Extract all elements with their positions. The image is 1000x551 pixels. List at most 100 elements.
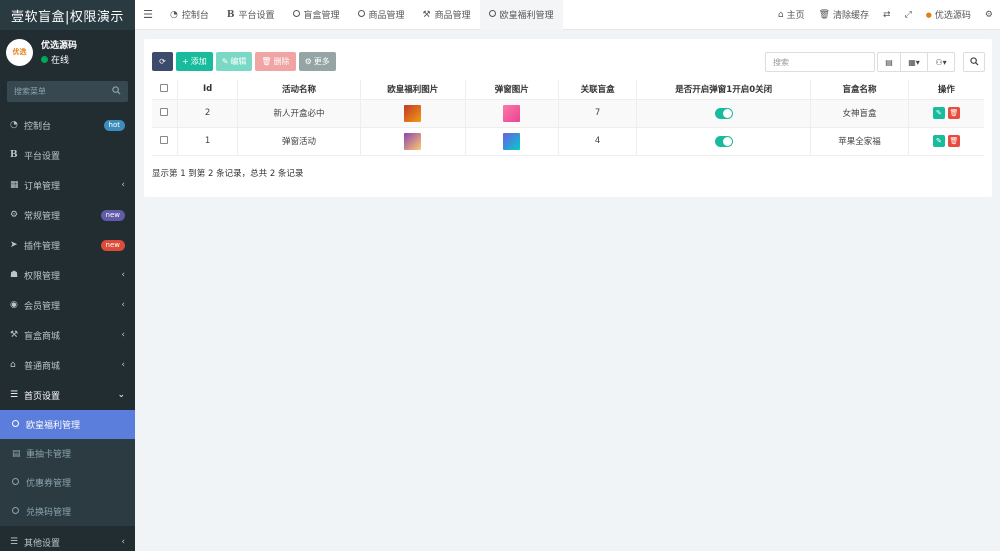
- sidebar-item-permissions[interactable]: ☗ 权限管理 ‹: [0, 260, 135, 290]
- sidebar-item-members[interactable]: ◉ 会员管理 ‹: [0, 290, 135, 320]
- tab-lucky-welfare[interactable]: 欧皇福利管理: [479, 0, 563, 30]
- row-edit-button[interactable]: ✎: [932, 107, 945, 119]
- table-row[interactable]: 2 新人开盒必中 7 女神盲盒 ✎ 🗑: [152, 99, 984, 128]
- circle-icon: [12, 477, 24, 488]
- welfare-image-thumbnail[interactable]: [404, 132, 422, 150]
- cog-icon: ⚙: [304, 57, 312, 66]
- tab-label: 欧皇福利管理: [499, 11, 554, 21]
- app-brand[interactable]: 壹软盲盒|权限演示: [0, 0, 135, 30]
- table-header-row: Id 活动名称 欧皇福利图片 弹窗图片 关联盲盒 是否开启弹窗1开启0关闭 盲盒…: [152, 80, 984, 100]
- user-status: 在线: [41, 53, 77, 66]
- refresh-button[interactable]: ⟳: [152, 52, 173, 71]
- sidebar-item-dashboard[interactable]: ◔ 控制台 hot: [0, 110, 135, 140]
- sidebar-item-coupons[interactable]: 优惠券管理: [0, 468, 135, 497]
- clear-cache-label: 清除缓存: [833, 11, 870, 21]
- home-label: 主页: [786, 11, 805, 21]
- home-link[interactable]: ⌂ 主页: [771, 8, 812, 22]
- gavel-icon: ⚒: [422, 9, 431, 20]
- column-header[interactable]: 盲盒名称: [810, 80, 909, 100]
- sidebar-item-general[interactable]: ⚙ 常规管理 new: [0, 200, 135, 230]
- tab-platform[interactable]: B 平台设置: [218, 0, 284, 30]
- bank-icon: ⌂: [10, 360, 16, 370]
- language-button[interactable]: ⇄: [876, 10, 898, 20]
- column-header: 操作: [908, 80, 984, 100]
- sidebar-item-label: 权限管理: [24, 271, 61, 282]
- search-icon: [969, 56, 979, 68]
- sidebar-item-plugins[interactable]: ➤ 插件管理 new: [0, 230, 135, 260]
- edit-button[interactable]: ✎ 编辑: [215, 52, 253, 71]
- table-search-input[interactable]: 搜索: [765, 52, 875, 72]
- sidebar-search-input[interactable]: 搜索菜单: [7, 81, 128, 102]
- popup-toggle-switch[interactable]: [714, 107, 733, 119]
- user-menu[interactable]: ● 优选源码: [919, 8, 978, 22]
- user-panel: 优选 优选源码 在线: [0, 33, 135, 71]
- tab-blindbox[interactable]: 盲盒管理: [284, 0, 349, 30]
- popup-image-thumbnail[interactable]: [503, 132, 521, 150]
- column-header[interactable]: 弹窗图片: [465, 80, 559, 100]
- cell-box-name: 女神盲盒: [810, 99, 909, 128]
- sidebar-item-normal-mall[interactable]: ⌂ 普通商城 ‹: [0, 350, 135, 380]
- sidebar-search-placeholder: 搜索菜单: [14, 87, 46, 96]
- row-delete-button[interactable]: 🗑: [947, 135, 960, 147]
- sidebar-item-other-settings[interactable]: ☰ 其他设置 ‹: [0, 526, 135, 551]
- sidebar-item-lucky-welfare[interactable]: 欧皇福利管理: [0, 410, 135, 439]
- column-header[interactable]: 欧皇福利图片: [360, 80, 466, 100]
- more-label: 更多: [313, 57, 330, 66]
- column-header[interactable]: 活动名称: [237, 80, 361, 100]
- search-icon[interactable]: [112, 86, 121, 97]
- cell-name: 新人开盒必中: [237, 99, 361, 128]
- tab-goods-1[interactable]: 商品管理: [349, 0, 414, 30]
- user-status-text: 在线: [51, 56, 70, 66]
- cell-id: 1: [177, 127, 239, 156]
- trash-icon: 🗑: [261, 57, 272, 66]
- checkbox[interactable]: [160, 135, 169, 144]
- sidebar-item-home-settings[interactable]: ☰ 首页设置 ⌄: [0, 380, 135, 410]
- user-menu-label: 优选源码: [934, 11, 971, 21]
- sidebar-submenu: 欧皇福利管理 ▤ 重抽卡管理 优惠券管理 兑换码管理: [0, 410, 135, 526]
- sidebar-item-platform[interactable]: B 平台设置: [0, 140, 135, 170]
- column-header[interactable]: 是否开启弹窗1开启0关闭: [636, 80, 812, 100]
- checkbox[interactable]: [160, 83, 169, 92]
- delete-button[interactable]: 🗑 删除: [255, 52, 296, 71]
- more-button[interactable]: ⚙ 更多: [298, 52, 336, 71]
- column-header[interactable]: 关联盲盒: [558, 80, 638, 100]
- row-edit-button[interactable]: ✎: [932, 135, 945, 147]
- sidebar-item-orders[interactable]: ▦ 订单管理 ‹: [0, 170, 135, 200]
- add-button[interactable]: + 添加: [176, 52, 213, 71]
- table-row[interactable]: 1 弹窗活动 4 苹果全家福 ✎ 🗑: [152, 127, 984, 156]
- header-select-all[interactable]: [152, 80, 178, 100]
- checkbox[interactable]: [160, 107, 169, 116]
- sidebar-item-redraw-card[interactable]: ▤ 重抽卡管理: [0, 439, 135, 468]
- tab-label: 商品管理: [434, 11, 471, 21]
- welfare-image-thumbnail[interactable]: [404, 104, 422, 122]
- language-icon: ⇄: [883, 9, 891, 20]
- fullscreen-button[interactable]: ⤢: [898, 10, 919, 20]
- tab-goods-2[interactable]: ⚒ 商品管理: [414, 0, 480, 30]
- tab-dashboard[interactable]: ◔ 控制台: [161, 0, 218, 30]
- toggle-view-button[interactable]: ▤: [877, 52, 901, 72]
- row-delete-button[interactable]: 🗑: [947, 107, 960, 119]
- delete-label: 删除: [273, 57, 290, 66]
- chevron-left-icon: ‹: [121, 537, 125, 547]
- sidebar-item-blindbox-mall[interactable]: ⚒ 盲盒商城 ‹: [0, 320, 135, 350]
- popup-toggle-switch[interactable]: [714, 135, 733, 147]
- sidebar-item-redeem-codes[interactable]: 兑换码管理: [0, 497, 135, 526]
- gavel-icon: ⚒: [10, 330, 19, 340]
- user-avatar-icon: ●: [925, 10, 932, 19]
- gear-icon: ⚙: [984, 9, 993, 20]
- columns-icon: ▦▾: [908, 57, 920, 67]
- columns-button[interactable]: ▦▾: [900, 52, 928, 72]
- group-icon: ☗: [10, 270, 19, 280]
- list-icon: ☰: [10, 537, 19, 547]
- chevron-left-icon: ‹: [121, 300, 125, 310]
- sidebar-item-label: 订单管理: [24, 181, 61, 192]
- advanced-search-button[interactable]: [963, 52, 985, 72]
- popup-image-thumbnail[interactable]: [503, 104, 521, 122]
- cell-box-count: 4: [558, 127, 638, 156]
- menu-toggle-icon[interactable]: ☰: [135, 8, 161, 21]
- clear-cache-button[interactable]: 🗑 清除缓存: [812, 8, 876, 22]
- column-header[interactable]: Id: [177, 80, 239, 100]
- export-button[interactable]: ⚇▾: [927, 52, 955, 72]
- tab-label: 控制台: [181, 11, 209, 21]
- settings-button[interactable]: ⚙: [978, 10, 1000, 20]
